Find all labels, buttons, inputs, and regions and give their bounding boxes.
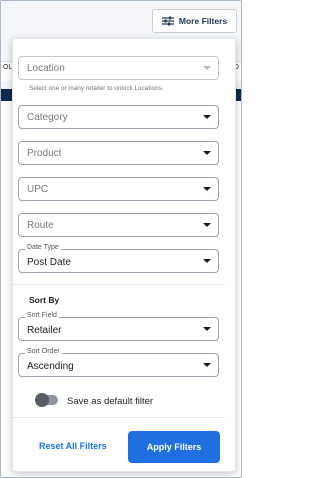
chevron-down-icon bbox=[203, 151, 211, 155]
route-select[interactable]: Route bbox=[18, 213, 219, 237]
location-helper-text: Select one or many retailer to unlock Lo… bbox=[29, 85, 164, 92]
chevron-down-icon bbox=[203, 327, 211, 331]
category-placeholder: Category bbox=[27, 112, 68, 123]
more-filters-button[interactable]: More Filters bbox=[152, 9, 237, 33]
sliders-icon bbox=[161, 16, 174, 26]
chevron-down-icon bbox=[203, 66, 211, 70]
category-select[interactable]: Category bbox=[18, 105, 219, 129]
chevron-down-icon bbox=[203, 259, 211, 263]
upc-placeholder: UPC bbox=[27, 184, 49, 195]
sort-field-value: Retailer bbox=[27, 325, 62, 336]
product-select[interactable]: Product bbox=[18, 141, 219, 165]
location-select[interactable]: Location bbox=[18, 56, 219, 80]
save-default-label: Save as default filter bbox=[67, 396, 154, 407]
column-header-fragment-left: OL bbox=[3, 64, 13, 71]
sort-order-label: Sort Order bbox=[25, 348, 62, 355]
upc-select[interactable]: UPC bbox=[18, 177, 219, 201]
location-placeholder: Location bbox=[27, 63, 65, 74]
sort-field-label: Sort Field bbox=[25, 312, 59, 319]
date-type-value: Post Date bbox=[27, 257, 71, 268]
toggle-knob bbox=[35, 393, 49, 407]
sort-field-select[interactable]: Sort Field Retailer bbox=[18, 312, 219, 341]
footer-divider bbox=[13, 417, 225, 418]
apply-filters-label: Apply Filters bbox=[146, 442, 202, 452]
section-divider bbox=[13, 284, 225, 285]
chevron-down-icon bbox=[203, 115, 211, 119]
apply-filters-button[interactable]: Apply Filters bbox=[128, 431, 220, 463]
date-type-select[interactable]: Date Type Post Date bbox=[18, 244, 219, 273]
chevron-down-icon bbox=[203, 363, 211, 367]
screen: OL OO More Filters Location Select one o… bbox=[0, 0, 242, 478]
sort-by-heading: Sort By bbox=[29, 295, 60, 305]
reset-all-filters-button[interactable]: Reset All Filters bbox=[39, 441, 107, 451]
more-filters-label: More Filters bbox=[178, 16, 228, 26]
date-type-label: Date Type bbox=[25, 244, 61, 251]
chevron-down-icon bbox=[203, 187, 211, 191]
sort-order-select[interactable]: Sort Order Ascending bbox=[18, 348, 219, 377]
chevron-down-icon bbox=[203, 223, 211, 227]
product-placeholder: Product bbox=[27, 148, 62, 159]
save-default-toggle[interactable] bbox=[35, 393, 58, 407]
route-placeholder: Route bbox=[27, 220, 54, 231]
sort-order-value: Ascending bbox=[27, 361, 74, 372]
